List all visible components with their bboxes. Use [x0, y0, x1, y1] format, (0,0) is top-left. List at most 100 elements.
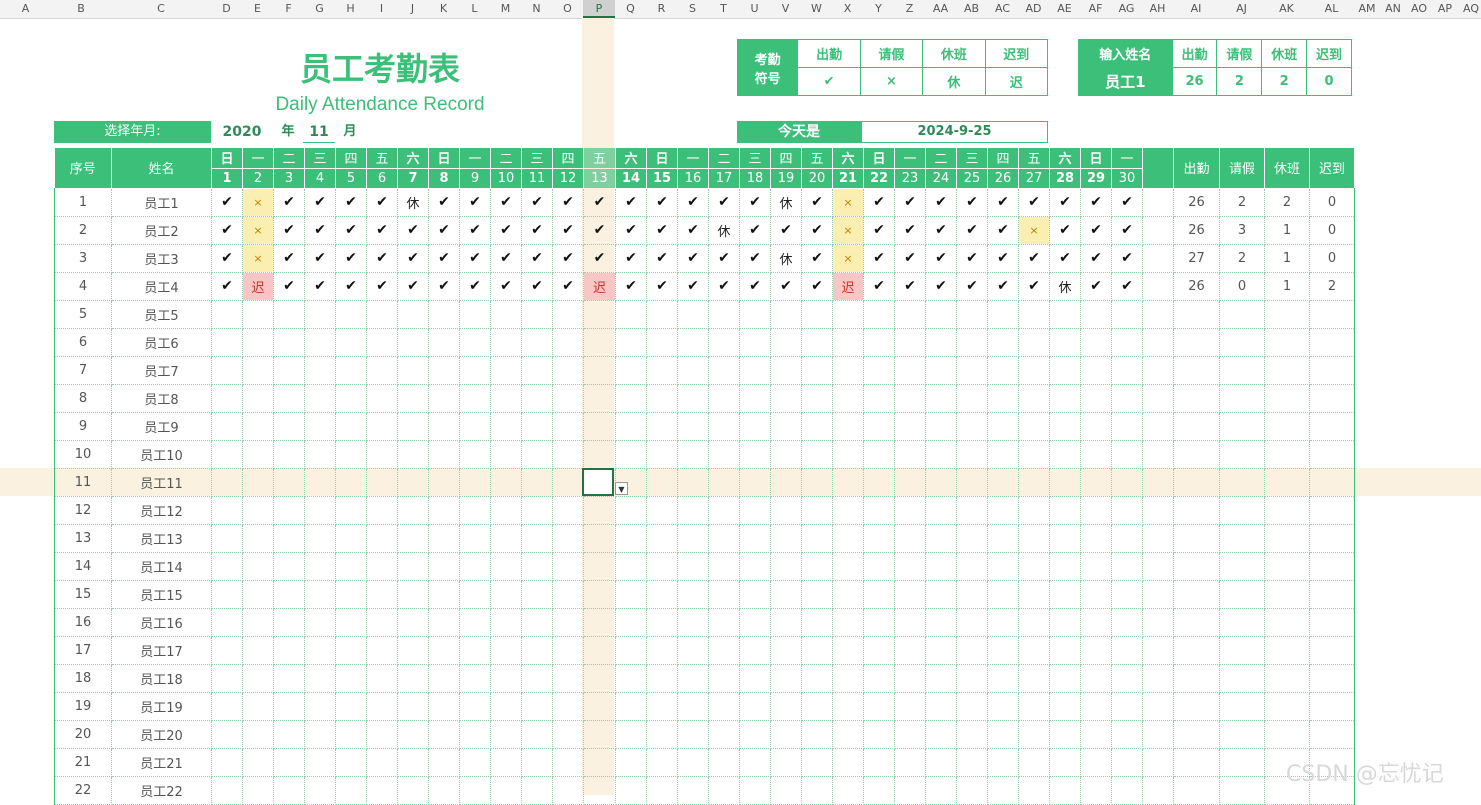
attendance-cell[interactable]	[366, 664, 398, 693]
attendance-cell[interactable]: ✔	[1111, 216, 1143, 245]
selected-cell[interactable]	[582, 468, 614, 496]
attendance-cell[interactable]	[397, 580, 429, 609]
attendance-cell[interactable]	[863, 664, 895, 693]
attendance-cell[interactable]: ✔	[1111, 272, 1143, 301]
attendance-cell[interactable]	[459, 356, 491, 385]
attendance-cell[interactable]: ✔	[956, 244, 988, 273]
attendance-cell[interactable]: ✔	[894, 188, 926, 217]
attendance-cell[interactable]	[211, 524, 243, 553]
attendance-cell[interactable]	[987, 440, 1019, 469]
attendance-cell[interactable]	[863, 552, 895, 581]
attendance-cell[interactable]	[1111, 384, 1143, 413]
attendance-cell[interactable]	[739, 608, 771, 637]
attendance-cell[interactable]	[925, 300, 957, 329]
attendance-cell[interactable]	[1018, 412, 1050, 441]
attendance-cell[interactable]	[646, 328, 678, 357]
attendance-cell[interactable]	[428, 412, 460, 441]
column-letter-f[interactable]: F	[273, 0, 304, 18]
attendance-cell[interactable]	[956, 412, 988, 441]
row-employee-name[interactable]: 员工21	[111, 748, 212, 777]
attendance-cell[interactable]	[894, 356, 926, 385]
attendance-cell[interactable]	[956, 636, 988, 665]
attendance-cell[interactable]	[863, 524, 895, 553]
attendance-cell[interactable]	[428, 636, 460, 665]
attendance-cell[interactable]	[552, 664, 584, 693]
attendance-cell[interactable]	[646, 552, 678, 581]
attendance-cell[interactable]	[397, 356, 429, 385]
attendance-cell[interactable]: ✔	[646, 244, 678, 273]
attendance-cell[interactable]	[459, 720, 491, 749]
attendance-cell[interactable]	[646, 412, 678, 441]
attendance-cell[interactable]	[1018, 440, 1050, 469]
column-letter-am[interactable]: AM	[1354, 0, 1380, 18]
attendance-cell[interactable]	[583, 552, 616, 581]
attendance-cell[interactable]	[863, 440, 895, 469]
attendance-cell[interactable]	[211, 384, 243, 413]
row-employee-name[interactable]: 员工11	[111, 468, 212, 497]
attendance-cell[interactable]	[646, 524, 678, 553]
attendance-cell[interactable]	[770, 440, 802, 469]
column-letter-ah[interactable]: AH	[1142, 0, 1173, 18]
attendance-cell[interactable]	[801, 580, 833, 609]
attendance-cell[interactable]	[863, 468, 895, 497]
attendance-cell[interactable]: ✔	[801, 272, 833, 301]
attendance-cell[interactable]	[708, 412, 740, 441]
attendance-cell[interactable]	[987, 552, 1019, 581]
attendance-cell[interactable]	[490, 720, 522, 749]
attendance-cell[interactable]	[770, 496, 802, 525]
column-letter-aa[interactable]: AA	[925, 0, 956, 18]
attendance-cell[interactable]: ✔	[211, 216, 243, 245]
attendance-cell[interactable]	[677, 580, 709, 609]
attendance-cell[interactable]	[925, 720, 957, 749]
attendance-cell[interactable]	[708, 440, 740, 469]
attendance-cell[interactable]	[1111, 608, 1143, 637]
attendance-cell[interactable]	[956, 328, 988, 357]
attendance-cell[interactable]	[583, 664, 616, 693]
attendance-cell[interactable]	[863, 384, 895, 413]
attendance-cell[interactable]	[1111, 524, 1143, 553]
attendance-cell[interactable]	[1049, 608, 1081, 637]
row-seq[interactable]: 15	[54, 580, 112, 609]
attendance-cell[interactable]	[459, 636, 491, 665]
attendance-cell[interactable]	[397, 300, 429, 329]
attendance-cell[interactable]	[242, 384, 274, 413]
attendance-cell[interactable]: ×	[242, 188, 274, 217]
attendance-cell[interactable]	[832, 580, 864, 609]
attendance-cell[interactable]	[894, 524, 926, 553]
column-letter-r[interactable]: R	[646, 0, 677, 18]
attendance-cell[interactable]: ✔	[521, 244, 553, 273]
attendance-cell[interactable]	[956, 748, 988, 777]
attendance-cell[interactable]	[211, 748, 243, 777]
attendance-cell[interactable]	[987, 524, 1019, 553]
row-seq[interactable]: 10	[54, 440, 112, 469]
attendance-cell[interactable]: ✔	[894, 272, 926, 301]
attendance-cell[interactable]	[677, 328, 709, 357]
attendance-cell[interactable]	[646, 384, 678, 413]
attendance-cell[interactable]	[739, 692, 771, 721]
column-letter-ac[interactable]: AC	[987, 0, 1018, 18]
attendance-cell[interactable]	[1018, 748, 1050, 777]
attendance-cell[interactable]: ✔	[646, 216, 678, 245]
row-employee-name[interactable]: 员工20	[111, 720, 212, 749]
attendance-cell[interactable]	[242, 440, 274, 469]
attendance-cell[interactable]	[428, 580, 460, 609]
attendance-cell[interactable]: ✔	[987, 216, 1019, 245]
attendance-cell[interactable]	[273, 692, 305, 721]
attendance-cell[interactable]: 休	[1049, 272, 1081, 301]
attendance-cell[interactable]: ✔	[956, 216, 988, 245]
attendance-cell[interactable]: ✔	[273, 272, 305, 301]
attendance-cell[interactable]	[770, 692, 802, 721]
attendance-cell[interactable]	[925, 440, 957, 469]
attendance-cell[interactable]	[211, 300, 243, 329]
attendance-cell[interactable]: ✔	[459, 244, 491, 273]
attendance-cell[interactable]: ✔	[211, 244, 243, 273]
row-seq[interactable]: 2	[54, 216, 112, 245]
attendance-cell[interactable]	[801, 468, 833, 497]
attendance-cell[interactable]: ✔	[1049, 188, 1081, 217]
attendance-cell[interactable]	[335, 636, 367, 665]
attendance-cell[interactable]	[956, 552, 988, 581]
attendance-cell[interactable]	[894, 412, 926, 441]
attendance-cell[interactable]	[490, 524, 522, 553]
attendance-cell[interactable]	[366, 776, 398, 805]
attendance-cell[interactable]	[615, 440, 647, 469]
